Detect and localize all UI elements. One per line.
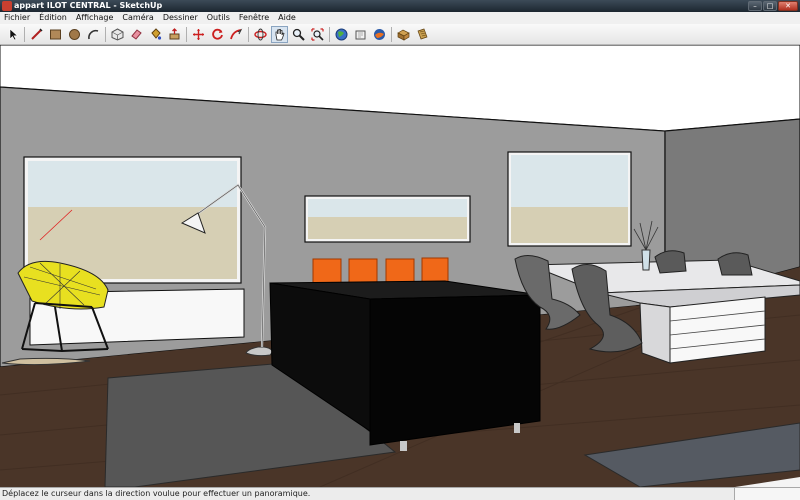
share-model-icon <box>355 30 366 40</box>
arc-tool-button[interactable] <box>85 26 102 43</box>
sofa-front <box>369 294 541 446</box>
scene-drawing <box>0 45 800 487</box>
rectangle-icon <box>50 29 61 40</box>
google-earth-button[interactable] <box>371 26 388 43</box>
menu-bar: Fichier Édition Affichage Caméra Dessine… <box>0 12 800 24</box>
menu-aide[interactable]: Aide <box>278 12 296 24</box>
pan-tool-button[interactable] <box>271 26 288 43</box>
zoom-extents-button[interactable] <box>309 26 326 43</box>
toolbar-separator <box>186 27 187 42</box>
window-middle-ground <box>308 217 467 239</box>
close-icon: ✕ <box>785 2 791 10</box>
sketchup-app-icon[interactable] <box>2 1 12 11</box>
orbit-icon <box>254 28 267 41</box>
maximize-icon: □ <box>766 2 774 10</box>
eraser-tool-button[interactable] <box>128 26 145 43</box>
rotate-icon <box>212 28 223 40</box>
push-pull-button[interactable] <box>166 26 183 43</box>
move-icon <box>193 29 204 40</box>
menu-fichier[interactable]: Fichier <box>4 12 30 24</box>
rotate-tool-button[interactable] <box>209 26 226 43</box>
push-pull-icon <box>169 28 180 40</box>
move-tool-button[interactable] <box>190 26 207 43</box>
paint-bucket-icon <box>151 28 162 40</box>
menu-camera[interactable]: Caméra <box>122 12 153 24</box>
island-end <box>639 302 671 364</box>
sofa-foot-1 <box>400 441 407 451</box>
close-button[interactable]: ✕ <box>778 1 798 11</box>
dining-chair-3 <box>654 250 687 274</box>
toolbar-separator <box>329 27 330 42</box>
window-right-sky <box>511 155 628 207</box>
rectangle-tool-button[interactable] <box>47 26 64 43</box>
circle-tool-button[interactable] <box>66 26 83 43</box>
materials-icon <box>417 28 428 40</box>
make-component-icon <box>111 28 124 41</box>
vase <box>641 249 651 271</box>
select-icon <box>9 28 19 41</box>
window-middle-sky <box>308 199 467 217</box>
make-component-button[interactable] <box>109 26 126 43</box>
measurements-box[interactable] <box>734 488 800 500</box>
menu-dessiner[interactable]: Dessiner <box>163 12 198 24</box>
components-button[interactable] <box>395 26 412 43</box>
menu-edition[interactable]: Édition <box>39 12 67 24</box>
circle-icon <box>69 29 80 40</box>
minimize-icon: – <box>753 2 757 10</box>
toolbar-separator <box>248 27 249 42</box>
share-model-button[interactable] <box>352 26 369 43</box>
window-left-sky <box>28 161 237 207</box>
get-models-button[interactable] <box>333 26 350 43</box>
sofa-foot-2 <box>514 423 520 433</box>
follow-me-icon <box>230 28 243 40</box>
zoom-icon <box>292 28 305 41</box>
get-models-icon <box>335 28 348 41</box>
arc-icon <box>88 29 99 40</box>
window-right-ground <box>511 207 628 243</box>
zoom-tool-button[interactable] <box>290 26 307 43</box>
toolbar-separator <box>105 27 106 42</box>
window-title: appart ILOT CENTRAL - SketchUp <box>14 1 163 10</box>
toolbar-separator <box>24 27 25 42</box>
main-toolbar <box>0 24 800 45</box>
status-message: Déplacez le curseur dans la direction vo… <box>2 489 311 498</box>
follow-me-button[interactable] <box>228 26 245 43</box>
pan-icon <box>275 29 285 41</box>
select-tool-button[interactable] <box>5 26 22 43</box>
menu-affichage[interactable]: Affichage <box>76 12 114 24</box>
eraser-icon <box>131 29 142 40</box>
line-tool-button[interactable] <box>28 26 45 43</box>
model-viewport[interactable] <box>0 45 800 487</box>
orbit-tool-button[interactable] <box>252 26 269 43</box>
materials-button[interactable] <box>414 26 431 43</box>
toolbar-separator <box>391 27 392 42</box>
dining-chair-4 <box>717 252 753 276</box>
maximize-button[interactable]: □ <box>763 1 777 11</box>
window-controls: – □ ✕ <box>748 1 798 11</box>
title-bar: appart ILOT CENTRAL - SketchUp – □ ✕ <box>0 0 800 12</box>
zoom-extents-icon <box>311 28 324 41</box>
minimize-button[interactable]: – <box>748 1 762 11</box>
line-icon <box>31 28 43 40</box>
status-bar: Déplacez le curseur dans la direction vo… <box>0 487 800 500</box>
google-earth-icon <box>374 29 385 40</box>
paint-bucket-button[interactable] <box>147 26 164 43</box>
menu-outils[interactable]: Outils <box>207 12 230 24</box>
menu-fenetre[interactable]: Fenêtre <box>239 12 269 24</box>
components-icon <box>397 29 410 41</box>
